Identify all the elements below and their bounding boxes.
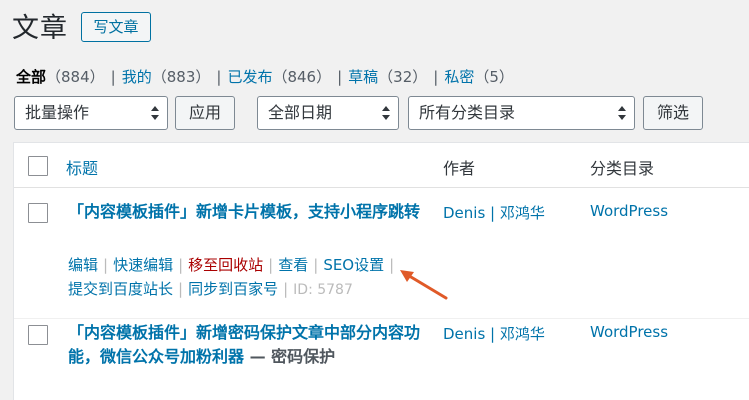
view-published-label[interactable]: 已发布 [227, 68, 272, 86]
table-header: 标题 作者 分类目录 [14, 143, 749, 188]
select-arrows-icon [618, 105, 626, 121]
separator: | [103, 256, 109, 274]
trash-link[interactable]: 移至回收站 [188, 256, 263, 274]
select-arrows-icon [151, 105, 159, 121]
post-category-link[interactable]: WordPress [590, 323, 668, 341]
view-mine[interactable]: 我的（883） [122, 66, 211, 87]
view-drafts-count: （32） [378, 68, 428, 86]
separator: | [110, 68, 116, 86]
post-id: ID: 5787 [293, 282, 353, 298]
separator: | [178, 256, 184, 274]
separator: | [216, 68, 222, 86]
post-category-link[interactable]: WordPress [590, 202, 668, 220]
separator: | [178, 280, 184, 298]
row-checkbox[interactable] [28, 325, 48, 345]
annotation-arrow-icon [400, 270, 448, 300]
row-actions: 编辑 | 快速编辑 | 移至回收站 | 查看 | SEO设置 | 提交到百度站长 | 同步到百家号 | ID… [68, 253, 428, 302]
category-filter-select[interactable]: 所有分类目录 [408, 96, 635, 130]
sync-baijiahao-link[interactable]: 同步到百家号 [188, 280, 278, 298]
row-checkbox[interactable] [28, 203, 48, 223]
bulk-action-select[interactable]: 批量操作 [14, 96, 168, 130]
separator: | [268, 256, 274, 274]
view-all[interactable]: 全部（884） [16, 66, 105, 87]
table-row: 「内容模板插件」新增卡片模板，支持小程序跳转 Denis | 邓鸿华 WordP… [14, 189, 749, 317]
category-filter-value: 所有分类目录 [419, 103, 516, 122]
post-state: — 密码保护 [244, 347, 336, 366]
seo-settings-link[interactable]: SEO设置 [323, 256, 384, 274]
edit-link[interactable]: 编辑 [68, 256, 98, 274]
post-author-link[interactable]: Denis | 邓鸿华 [443, 202, 545, 223]
view-link[interactable]: 查看 [278, 256, 308, 274]
post-title-link[interactable]: 「内容模板插件」新增卡片模板，支持小程序跳转 [68, 200, 423, 224]
view-mine-count: （883） [151, 68, 211, 86]
post-title-cell: 「内容模板插件」新增密码保护文章中部分内容功能，微信公众号加粉利器 — 密码保护 [68, 321, 423, 369]
separator: | [283, 280, 289, 298]
page-title: 文章 [12, 13, 68, 44]
view-drafts[interactable]: 草稿（32） [348, 66, 427, 87]
view-published[interactable]: 已发布（846） [227, 66, 331, 87]
column-author: 作者 [443, 159, 476, 178]
view-drafts-label[interactable]: 草稿 [348, 68, 378, 86]
column-title[interactable]: 标题 [66, 155, 98, 179]
column-category: 分类目录 [590, 159, 655, 178]
view-published-count: （846） [272, 68, 332, 86]
view-private-count: （5） [474, 68, 514, 86]
view-all-count: （884） [46, 68, 105, 86]
select-all-checkbox[interactable] [28, 156, 48, 176]
post-status-views: 全部（884） | 我的（883） | 已发布（846） | 草稿（32） | 私密（5） [16, 66, 514, 87]
view-private-label[interactable]: 私密 [444, 68, 474, 86]
select-arrows-icon [382, 105, 390, 121]
separator: | [389, 256, 395, 274]
view-mine-label[interactable]: 我的 [122, 68, 152, 86]
posts-table: 标题 作者 分类目录 「内容模板插件」新增卡片模板，支持小程序跳转 Denis … [13, 142, 749, 400]
view-private[interactable]: 私密（5） [444, 66, 514, 87]
filter-button[interactable]: 筛选 [643, 96, 703, 130]
add-new-post-button[interactable]: 写文章 [81, 12, 151, 42]
separator: | [313, 256, 319, 274]
post-author-link[interactable]: Denis | 邓鸿华 [443, 323, 545, 344]
date-filter-value: 全部日期 [268, 103, 333, 122]
bulk-action-value: 批量操作 [25, 103, 90, 122]
view-all-label[interactable]: 全部 [16, 68, 46, 86]
table-row: 「内容模板插件」新增密码保护文章中部分内容功能，微信公众号加粉利器 — 密码保护… [14, 318, 749, 400]
apply-button[interactable]: 应用 [175, 96, 235, 130]
submit-baidu-link[interactable]: 提交到百度站长 [68, 280, 173, 298]
separator: | [433, 68, 439, 86]
separator: | [337, 68, 343, 86]
date-filter-select[interactable]: 全部日期 [257, 96, 399, 130]
quick-edit-link[interactable]: 快速编辑 [113, 256, 173, 274]
